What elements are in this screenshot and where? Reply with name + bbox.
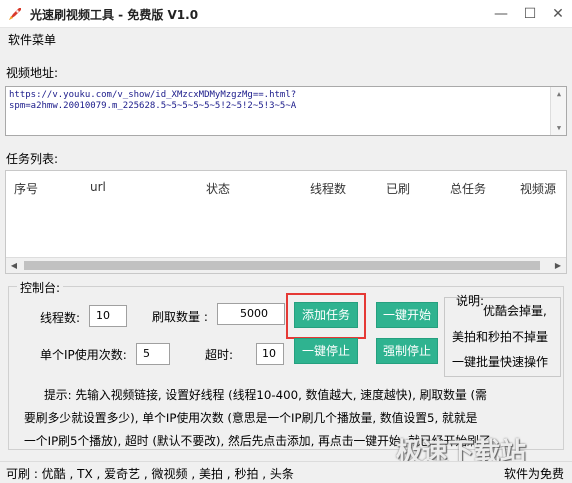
timeout-input[interactable]: 10 xyxy=(256,343,284,365)
free-software-text: 软件为免费 xyxy=(503,467,564,481)
column-header[interactable]: 序号 xyxy=(14,180,38,197)
task-list-label: 任务列表: xyxy=(6,152,59,166)
scroll-right-icon[interactable]: ▶ xyxy=(550,258,566,273)
count-label: 刷取数量 : xyxy=(152,310,208,324)
task-table[interactable]: 序号 url 状态 线程数 已刷 总任务 视频源 ◀ ▶ xyxy=(5,170,567,274)
scroll-down-icon[interactable]: ▼ xyxy=(551,121,566,135)
url-scrollbar[interactable]: ▲ ▼ xyxy=(550,87,566,135)
column-header[interactable]: 状态 xyxy=(206,180,230,197)
start-all-button[interactable]: 一键开始 xyxy=(376,302,438,328)
note-line-1: 优酷会掉量, xyxy=(483,304,547,318)
column-header[interactable]: 已刷 xyxy=(386,180,410,197)
scroll-left-icon[interactable]: ◀ xyxy=(6,258,22,273)
maximize-button[interactable]: ☐ xyxy=(519,4,541,24)
column-header[interactable]: url xyxy=(90,180,106,194)
note-line-3: 一键批量快速操作 xyxy=(452,355,549,369)
minimize-button[interactable]: — xyxy=(490,4,512,24)
column-header[interactable]: 线程数 xyxy=(310,180,346,197)
force-stop-button[interactable]: 强制停止 xyxy=(376,338,438,364)
status-bar: 可刷 : 优酷 , TX , 爱奇艺 , 微视频 , 美拍 , 秒拍 , 头条 … xyxy=(0,461,572,483)
menu-software[interactable]: 软件菜单 xyxy=(8,31,56,48)
per-ip-label: 单个IP使用次数: xyxy=(40,348,127,362)
supported-sites-text: 可刷 : 优酷 , TX , 爱奇艺 , 微视频 , 美拍 , 秒拍 , 头条 xyxy=(6,467,294,481)
video-url-line-1: https://v.youku.com/v_show/id_XMzcxMDMyM… xyxy=(9,90,297,100)
threads-label: 线程数: xyxy=(40,311,81,325)
video-url-line-2: spm=a2hmw.20010079.m_225628.5~5~5~5~5~5!… xyxy=(9,101,297,111)
rocket-icon xyxy=(9,8,21,20)
add-task-button[interactable]: 添加任务 xyxy=(294,302,358,328)
video-url-label: 视频地址: xyxy=(6,66,59,80)
note-line-2: 美拍和秒拍不掉量 xyxy=(452,330,549,344)
console-title: 控制台: xyxy=(17,279,64,296)
menu-bar: 软件菜单 xyxy=(0,28,572,50)
tip-line-2: 要刷多少就设置多少), 单个IP使用次数 (意思是一个IP刷几个播放量, 数值设… xyxy=(24,411,478,425)
per-ip-input[interactable]: 5 xyxy=(136,343,170,365)
column-header[interactable]: 总任务 xyxy=(450,180,486,197)
column-header[interactable]: 视频源 xyxy=(520,180,556,197)
threads-input[interactable]: 10 xyxy=(89,305,127,327)
count-input[interactable]: 5000 xyxy=(217,303,285,325)
note-title: 说明: xyxy=(456,294,485,308)
video-url-input[interactable]: https://v.youku.com/v_show/id_XMzcxMDMyM… xyxy=(5,86,567,136)
title-bar: 光速刷视频工具 - 免费版 V1.0 — ☐ ✕ xyxy=(0,0,572,28)
tip-line-1: 提示: 先输入视频链接, 设置好线程 (线程10-400, 数值越大, 速度越快… xyxy=(44,388,487,402)
close-button[interactable]: ✕ xyxy=(547,4,569,24)
window-title: 光速刷视频工具 - 免费版 V1.0 xyxy=(30,8,199,22)
scroll-up-icon[interactable]: ▲ xyxy=(551,87,566,101)
timeout-label: 超时: xyxy=(205,348,234,362)
task-horizontal-scrollbar[interactable]: ◀ ▶ xyxy=(6,257,566,273)
stop-all-button[interactable]: 一键停止 xyxy=(294,338,358,364)
scroll-thumb[interactable] xyxy=(24,261,540,270)
